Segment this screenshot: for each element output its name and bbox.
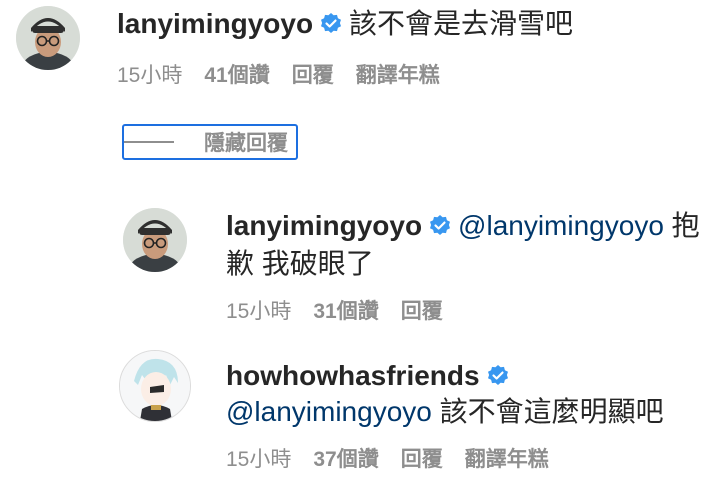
divider-line <box>124 141 174 143</box>
avatar[interactable] <box>119 350 191 422</box>
hide-replies-button[interactable]: 隱藏回覆 <box>122 124 298 160</box>
avatar[interactable] <box>16 6 80 70</box>
comment-text-line2: 歉 我破眼了 <box>226 246 374 282</box>
mention-link[interactable]: @lanyimingyoyo <box>458 210 664 241</box>
reply-button[interactable]: 回覆 <box>401 448 443 471</box>
username[interactable]: lanyimingyoyo <box>226 210 422 241</box>
comment-1: lanyimingyoyo 該不會是去滑雪吧 15小時 41個讚 回覆 翻譯年糕 <box>0 0 726 100</box>
reply-button[interactable]: 回覆 <box>401 300 443 323</box>
comment-time: 15小時 <box>226 300 292 323</box>
translate-button[interactable]: 翻譯年糕 <box>356 64 440 87</box>
like-count[interactable]: 31個讚 <box>313 300 378 323</box>
verified-badge-icon <box>428 211 452 247</box>
comment-body: howhowhasfriends <box>226 358 516 397</box>
comment-text-continued: 歉 我破眼了 <box>226 248 374 279</box>
avatar[interactable] <box>123 208 187 272</box>
comment-body: lanyimingyoyo @lanyimingyoyo 抱 <box>226 208 700 247</box>
comment-meta: 15小時 37個讚 回覆 翻譯年糕 <box>226 446 571 474</box>
reply-button[interactable]: 回覆 <box>292 64 334 87</box>
hide-replies-label: 隱藏回覆 <box>204 132 288 155</box>
comment-text-line2: @lanyimingyoyo 該不會這麼明顯吧 <box>226 394 664 430</box>
comment-meta: 15小時 41個讚 回覆 翻譯年糕 <box>117 62 462 90</box>
verified-badge-icon <box>486 361 510 397</box>
translate-button[interactable]: 翻譯年糕 <box>465 448 549 471</box>
username[interactable]: howhowhasfriends <box>226 360 480 391</box>
comment-meta: 15小時 31個讚 回覆 <box>226 298 465 326</box>
mention-link[interactable]: @lanyimingyoyo <box>226 396 432 427</box>
comment-time: 15小時 <box>226 448 292 471</box>
reply-2: howhowhasfriends @lanyimingyoyo 該不會這麼明顯吧… <box>0 350 726 490</box>
comment-text: 該不會是去滑雪吧 <box>349 8 574 39</box>
reply-1: lanyimingyoyo @lanyimingyoyo 抱 歉 我破眼了 15小… <box>0 200 726 340</box>
comment-text: 抱 <box>671 210 700 241</box>
like-count[interactable]: 37個讚 <box>313 448 378 471</box>
like-count[interactable]: 41個讚 <box>204 64 269 87</box>
comment-text: 該不會這麼明顯吧 <box>439 396 664 427</box>
comment-body: lanyimingyoyo 該不會是去滑雪吧 <box>117 6 573 45</box>
comment-time: 15小時 <box>117 64 183 87</box>
verified-badge-icon <box>319 9 343 45</box>
username[interactable]: lanyimingyoyo <box>117 8 313 39</box>
